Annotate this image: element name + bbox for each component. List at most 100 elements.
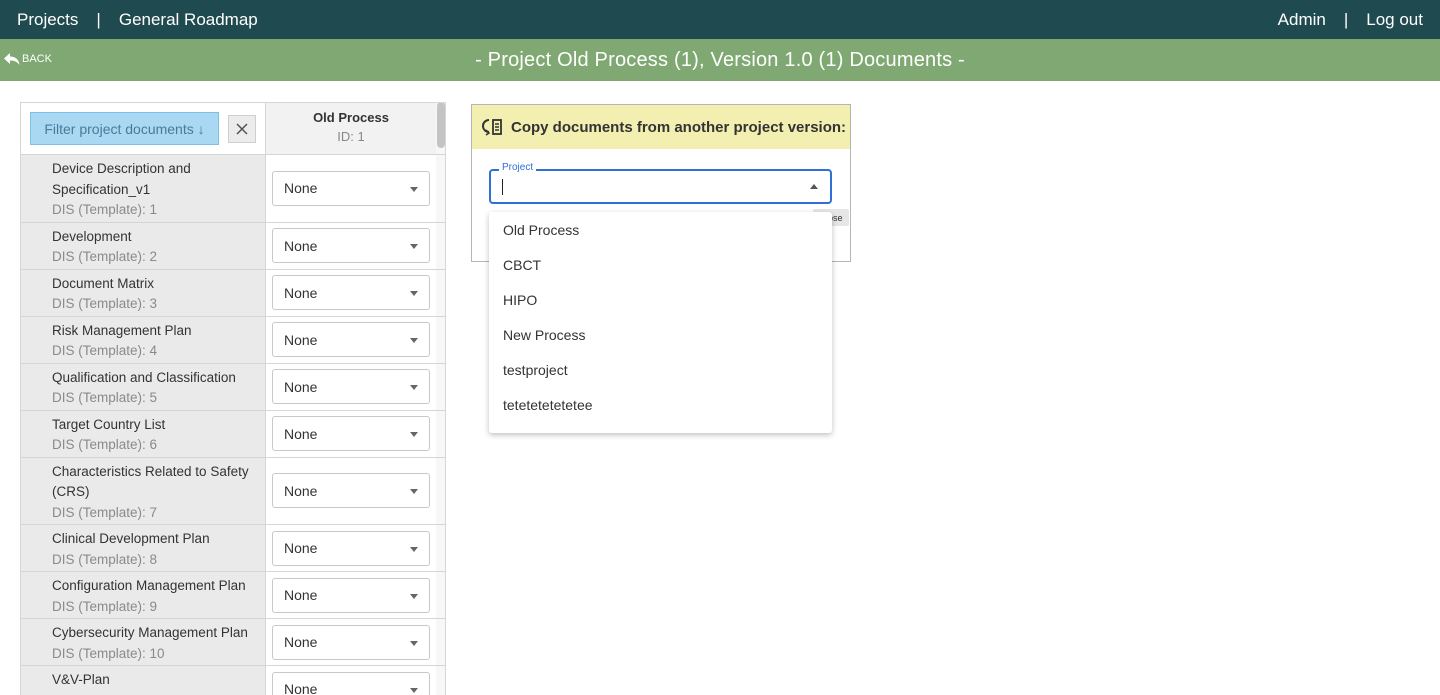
project-column-name: Old Process (313, 110, 389, 125)
select-value: None (284, 634, 318, 650)
version-cell: None (266, 410, 436, 457)
chevron-down-icon (410, 291, 418, 296)
back-button[interactable]: BACK (4, 52, 52, 66)
version-cell: None (266, 457, 436, 524)
document-template: DIS (Template): 5 (52, 390, 158, 405)
project-option[interactable]: HIPO (489, 282, 832, 317)
document-version-select[interactable]: None (272, 473, 430, 509)
document-name: Target Country List (52, 416, 166, 432)
chevron-down-icon (410, 546, 418, 552)
document-version-select[interactable]: None (272, 577, 430, 613)
reply-arrow-icon (4, 53, 20, 65)
document-cell: Qualification and Classification DIS (Tem… (21, 363, 266, 410)
document-template: DIS (Template): 9 (52, 598, 158, 614)
select-value: None (284, 587, 318, 603)
chevron-down-icon (410, 593, 418, 599)
nav-separator: | (1343, 9, 1349, 29)
chevron-down-icon (410, 432, 418, 437)
table-row: Device Description and Specification_v1 D… (21, 155, 445, 223)
table-row: Document Matrix DIS (Template): 3 None (21, 269, 445, 317)
document-template: DIS (Template): 1 (52, 202, 158, 217)
document-version-select[interactable]: None (272, 671, 430, 695)
document-version-select[interactable]: None (272, 530, 430, 566)
select-value: None (284, 425, 318, 442)
close-icon (236, 122, 248, 135)
chevron-down-icon (410, 687, 418, 693)
select-value: None (284, 378, 318, 395)
select-value: None (284, 284, 318, 301)
general-roadmap-link[interactable]: General Roadmap (119, 10, 258, 30)
project-option[interactable]: CBCT (489, 247, 832, 282)
document-version-select[interactable]: None (272, 416, 430, 451)
version-cell: None (266, 666, 436, 695)
document-template: DIS (Template): 4 (52, 343, 158, 358)
document-version-select[interactable]: None (272, 624, 430, 660)
document-template: DIS (Template): 7 (52, 504, 158, 520)
table-row: Clinical Development Plan DIS (Template):… (21, 525, 445, 572)
version-cell: None (266, 525, 436, 571)
project-option[interactable]: tetetetetetetee (489, 387, 832, 422)
version-cell: None (266, 316, 436, 363)
chevron-down-icon (410, 338, 418, 343)
copy-panel-title: Copy documents from another project vers… (511, 118, 847, 136)
document-name: Development (52, 228, 132, 244)
document-template: DIS (Template): 8 (52, 551, 158, 567)
document-name: Characteristics Related to Safety (CRS) (52, 463, 249, 500)
document-template: DIS (Template): 10 (52, 645, 165, 661)
select-value: None (284, 681, 318, 695)
chevron-down-icon (410, 186, 418, 192)
version-cell: None (266, 363, 436, 410)
document-template: DIS (Template): 11 (52, 691, 257, 695)
logout-link[interactable]: Log out (1366, 10, 1423, 30)
document-template: DIS (Template): 2 (52, 249, 158, 264)
table-header: Filter project documents ↓ Old Process I… (21, 103, 445, 155)
nav-left: Projects | General Roadmap (0, 10, 258, 30)
nav-right: Admin | Log out (1278, 10, 1440, 30)
projects-link[interactable]: Projects (17, 10, 78, 30)
project-option[interactable]: testproject (489, 352, 832, 387)
version-cell: None (266, 155, 436, 222)
project-select-input[interactable]: Project (489, 162, 832, 204)
filter-documents-button[interactable]: Filter project documents ↓ (30, 112, 219, 145)
document-name: Device Description and Specification_v1 (52, 161, 191, 197)
document-cell: Target Country List DIS (Template): 6 (21, 410, 266, 457)
admin-link[interactable]: Admin (1278, 10, 1326, 30)
filter-cell: Filter project documents ↓ (21, 103, 266, 154)
page-title-bar: BACK - Project Old Process (1), Version … (0, 39, 1440, 81)
project-column-id: ID: 1 (337, 129, 365, 144)
document-name: V&V-Plan (52, 672, 110, 687)
chevron-down-icon (410, 385, 418, 390)
select-value: None (284, 482, 318, 499)
clear-filter-button[interactable] (228, 114, 256, 143)
project-options-dropdown: Old Process CBCT HIPO New Process testprojec… (489, 212, 832, 433)
version-cell: None (266, 619, 436, 665)
document-cell: Development DIS (Template): 2 (21, 222, 266, 269)
version-cell: None (266, 269, 436, 316)
documents-table: Filter project documents ↓ Old Process I… (20, 102, 446, 695)
table-body: Device Description and Specification_v1 D… (21, 155, 445, 695)
caret-up-icon[interactable] (810, 184, 818, 189)
document-version-select[interactable]: None (272, 275, 430, 310)
document-template: DIS (Template): 3 (52, 296, 158, 311)
project-option[interactable]: New Process (489, 317, 832, 352)
project-column-header: Old Process ID: 1 (266, 103, 436, 154)
top-nav: Projects | General Roadmap Admin | Log o… (0, 0, 1440, 39)
table-row: Qualification and Classification DIS (Tem… (21, 363, 445, 411)
chevron-down-icon (410, 244, 418, 249)
document-version-select[interactable]: None (272, 322, 430, 357)
table-row: Development DIS (Template): 2 None (21, 222, 445, 270)
document-cell: Characteristics Related to Safety (CRS) D… (21, 457, 266, 524)
page-title: - Project Old Process (1), Version 1.0 (… (475, 48, 965, 71)
document-version-select[interactable]: None (272, 369, 430, 404)
table-row: V&V-Plan DIS (Template): 11 None (21, 666, 445, 695)
document-version-select[interactable]: None (272, 170, 430, 206)
select-value: None (284, 540, 318, 556)
copy-documents-icon (482, 119, 502, 136)
version-cell: None (266, 572, 436, 618)
document-name: Qualification and Classification (52, 369, 236, 385)
copy-panel-header: Copy documents from another project vers… (472, 105, 850, 149)
document-version-select[interactable]: None (272, 228, 430, 263)
document-cell: Document Matrix DIS (Template): 3 (21, 269, 266, 316)
select-value: None (284, 331, 318, 348)
project-option[interactable]: Old Process (489, 212, 832, 247)
